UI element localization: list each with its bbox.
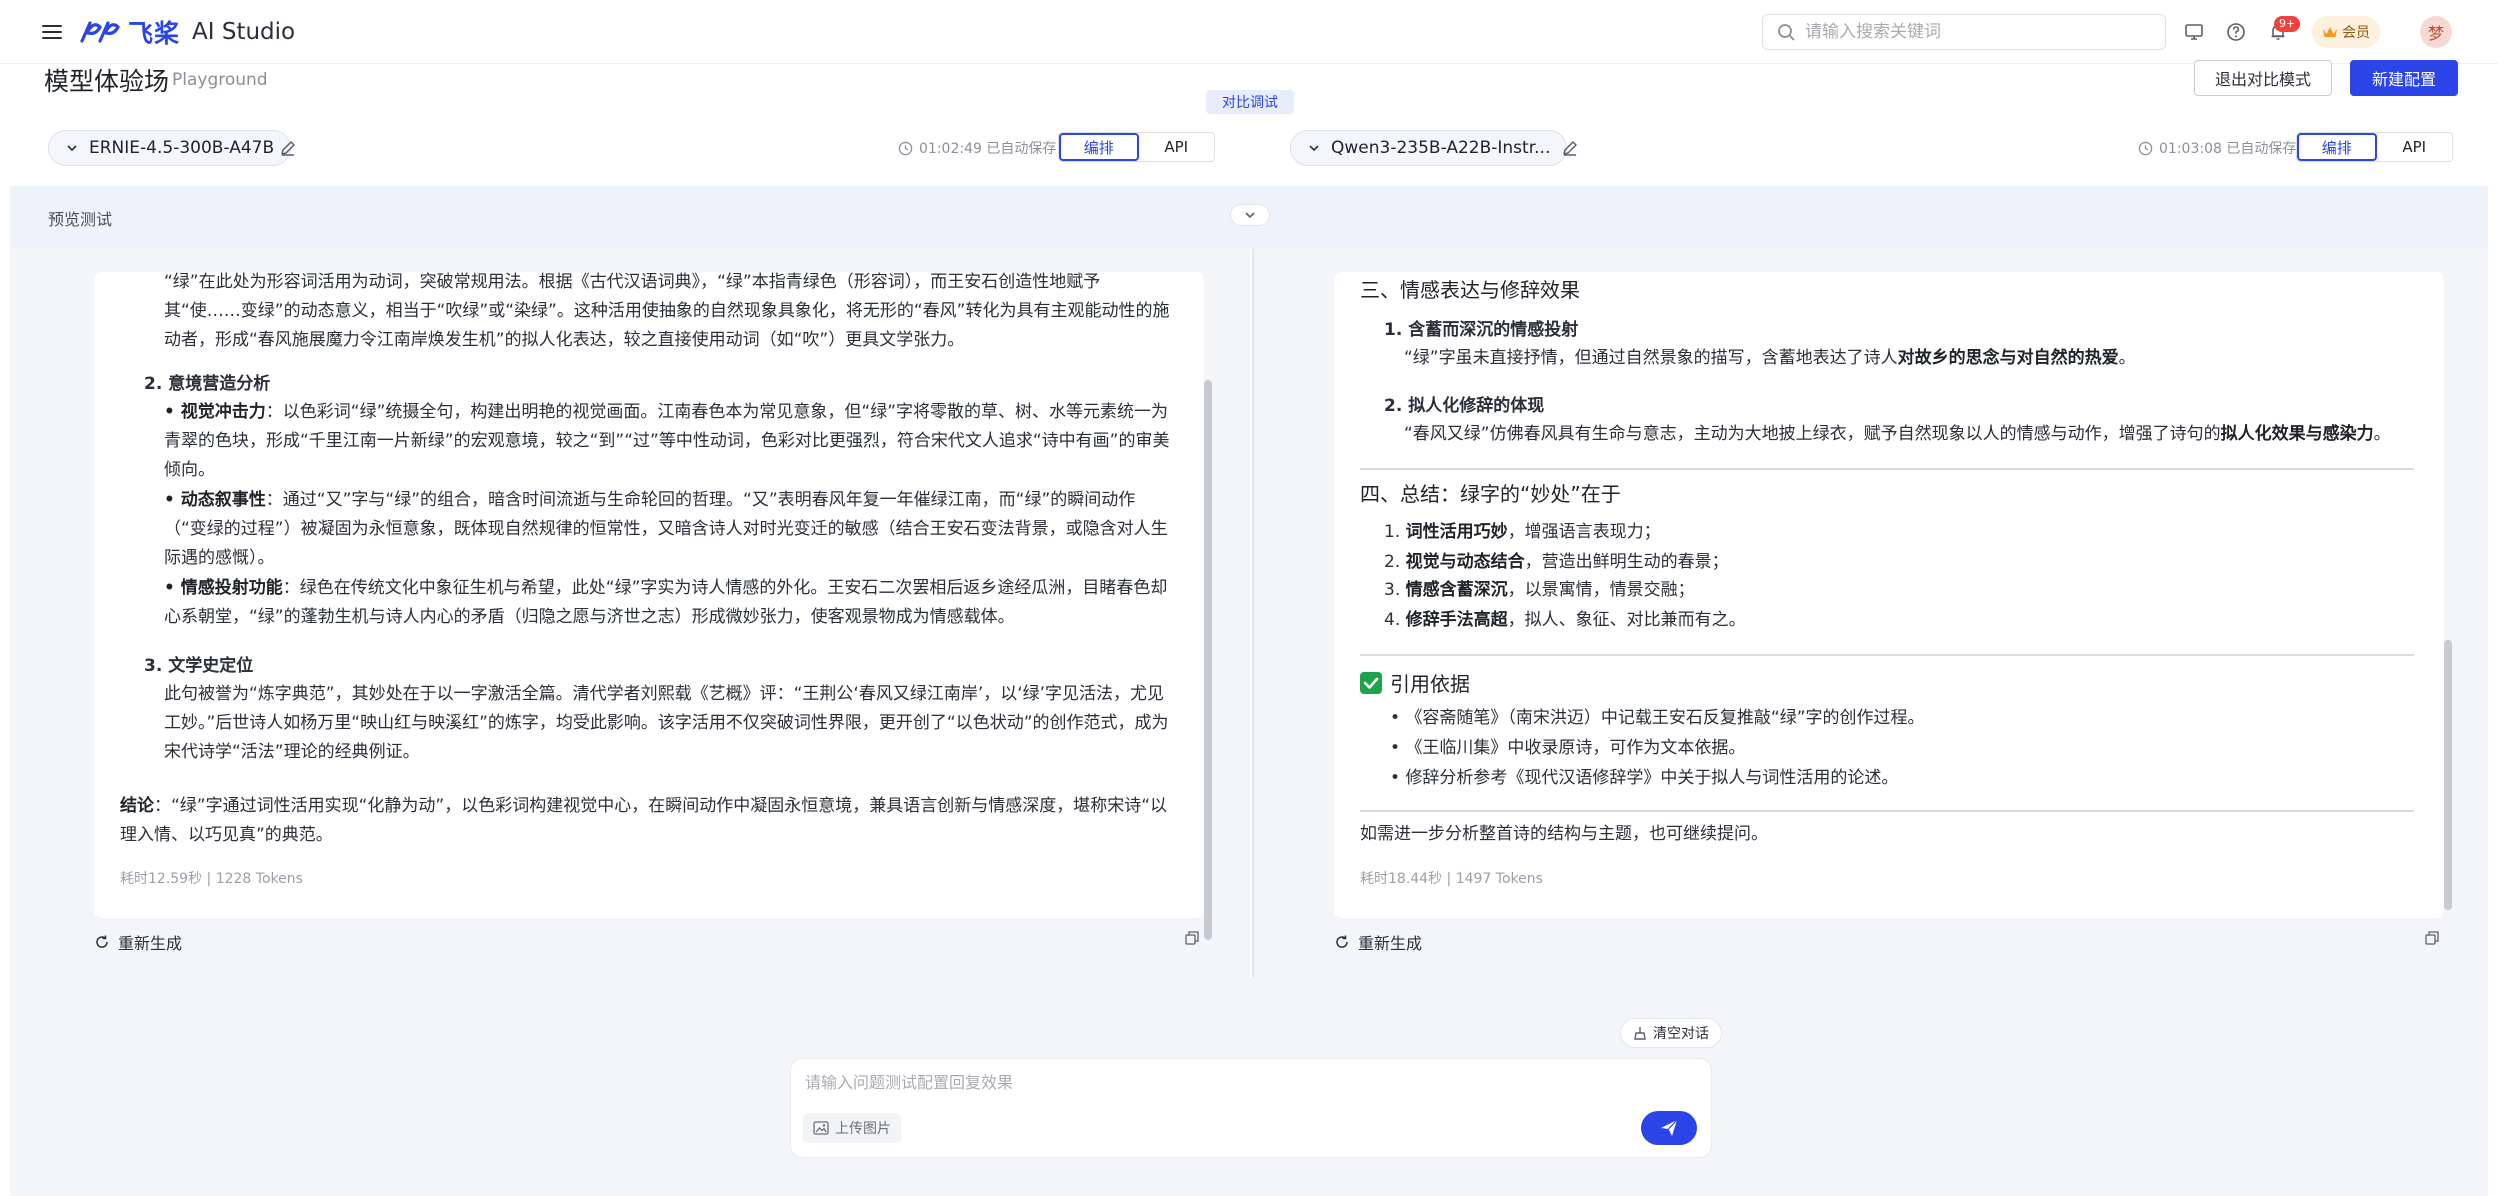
regenerate-button[interactable]: 重新生成 <box>1334 930 1422 954</box>
left-model-selector[interactable]: ERNIE-4.5-300B-A47B <box>48 130 292 166</box>
scrollbar[interactable] <box>2444 640 2452 910</box>
conclusion: 结论：“绿”字通过词性活用实现“化静为动”，以色彩词构建视觉中心，在瞬间动作中凝… <box>120 796 1168 845</box>
response-meta: 耗时18.44秒 | 1497 Tokens <box>1360 871 1543 887</box>
response-meta: 耗时12.59秒 | 1228 Tokens <box>120 871 303 887</box>
new-config-button[interactable]: 新建配置 <box>2350 60 2458 96</box>
right-autosave-text: 01:03:08 已自动保存 <box>2159 141 2297 157</box>
copy-icon[interactable] <box>1184 930 1200 946</box>
page-title: 模型体验场 <box>44 67 170 96</box>
preview-title: 预览测试 <box>48 210 113 229</box>
chevron-down-icon <box>67 145 77 152</box>
right-answer-card: 三、情感表达与修辞效果 1. 含蓄而深沉的情感投射 “绿”字虽未直接抒情，但通过… <box>1334 272 2444 918</box>
divider <box>1360 654 2414 656</box>
tab-arrange[interactable]: 编排 <box>2297 133 2377 161</box>
left-autosave-status: 01:02:49 已自动保存 <box>898 138 1056 158</box>
tab-arrange[interactable]: 编排 <box>1059 133 1139 161</box>
regenerate-button[interactable]: 重新生成 <box>94 930 182 954</box>
clock-icon <box>2138 141 2153 155</box>
edit-pencil-icon[interactable] <box>1560 138 1580 158</box>
vip-label: 会员 <box>2342 25 2370 41</box>
list-item: • 动态叙事性：通过“又”字与“绿”的组合，暗含时间流逝与生命轮回的哲理。“又”… <box>164 490 1168 568</box>
search-box[interactable] <box>1762 14 2166 50</box>
right-autosave-status: 01:03:08 已自动保存 <box>2138 138 2296 158</box>
list-item: • 《容斋随笔》（南宋洪迈）中记载王安石反复推敲“绿”字的创作过程。 <box>1390 708 1925 728</box>
product-name: AI Studio <box>192 19 296 45</box>
answer-paragraph: 此句被誉为“炼字典范”，其妙处在于以一字激活全篇。清代学者刘熙载《艺概》评：“王… <box>164 684 1169 762</box>
clock-icon <box>898 141 913 155</box>
section-heading: 3. 文学史定位 <box>144 656 254 676</box>
search-icon <box>1778 24 1795 41</box>
subsection-heading: 1. 含蓄而深沉的情感投射 <box>1384 320 1579 340</box>
list-item: 2. 视觉与动态结合，营造出鲜明生动的春景； <box>1384 552 1729 572</box>
answer-paragraph: “绿”在此处为形容词活用为动词，突破常规用法。根据《古代汉语词典》，“绿”本指青… <box>164 272 1170 350</box>
chevron-down-icon <box>1245 212 1255 219</box>
exit-compare-button[interactable]: 退出对比模式 <box>2194 60 2332 96</box>
reference-heading: 引用依据 <box>1360 668 1470 697</box>
notification-badge: 9+ <box>2274 16 2301 32</box>
right-mode-switch: 编排 API <box>2296 132 2453 162</box>
right-model-name: Qwen3-235B-A22B-Instr... <box>1331 138 1551 158</box>
copy-icon[interactable] <box>2424 930 2440 946</box>
left-mode-switch: 编排 API <box>1058 132 1215 162</box>
compare-debug-tag: 对比调试 <box>1206 90 1294 114</box>
edit-pencil-icon[interactable] <box>278 138 298 158</box>
tab-api[interactable]: API <box>2377 133 2453 161</box>
clear-chat-button[interactable]: 清空对话 <box>1620 1018 1722 1048</box>
send-icon <box>1661 1119 1678 1136</box>
left-model-name: ERNIE-4.5-300B-A47B <box>89 138 275 158</box>
crown-icon <box>2323 27 2337 37</box>
vip-button[interactable]: 会员 <box>2312 16 2380 48</box>
list-item: • 视觉冲击力：以色彩词“绿”统摄全句，构建出明艳的视觉画面。江南春色本为常见意… <box>164 402 1170 480</box>
monitor-icon[interactable] <box>2180 18 2208 46</box>
answer-paragraph: “绿”字虽未直接抒情，但通过自然景象的描写，含蓄地表达了诗人对故乡的思念与对自然… <box>1404 348 2136 368</box>
tab-api[interactable]: API <box>1139 133 1215 161</box>
divider <box>1360 468 2414 470</box>
list-item: 3. 情感含蓄深沉，以景寓情，情景交融； <box>1384 580 1695 600</box>
brand-name: 飞桨 <box>128 19 181 48</box>
section-heading: 三、情感表达与修辞效果 <box>1360 278 1580 302</box>
send-button[interactable] <box>1641 1111 1697 1145</box>
image-icon <box>813 1121 829 1135</box>
left-answer-card: “绿”在此处为形容词活用为动词，突破常规用法。根据《古代汉语词典》，“绿”本指青… <box>94 272 1204 918</box>
section-heading: 2. 意境营造分析 <box>144 374 271 394</box>
avatar[interactable]: 梦 <box>2420 16 2452 48</box>
list-item: 1. 词性活用巧妙，增强语言表现力； <box>1384 522 1661 542</box>
list-item: • 《王临川集》中收录原诗，可作为文本依据。 <box>1390 738 1746 758</box>
left-autosave-text: 01:02:49 已自动保存 <box>919 141 1057 157</box>
menu-icon[interactable] <box>40 20 64 44</box>
right-model-selector[interactable]: Qwen3-235B-A22B-Instr... <box>1290 130 1568 166</box>
paddle-logo-icon <box>80 21 120 43</box>
list-item: 4. 修辞手法高超，拟人、象征、对比兼而有之。 <box>1384 610 1746 630</box>
list-item: • 情感投射功能：绿色在传统文化中象征生机与希望，此处“绿”字实为诗人情感的外化… <box>164 578 1168 627</box>
page-subtitle: Playground <box>172 70 268 90</box>
list-item: • 修辞分析参考《现代汉语修辞学》中关于拟人与词性活用的论述。 <box>1390 768 1899 788</box>
collapse-toggle[interactable] <box>1230 204 1270 226</box>
message-input[interactable] <box>805 1073 1685 1092</box>
message-composer: 上传图片 <box>790 1058 1712 1158</box>
refresh-icon <box>1336 935 1348 948</box>
help-icon[interactable] <box>2222 18 2250 46</box>
closing-text: 如需进一步分析整首诗的结构与主题，也可继续提问。 <box>1360 824 1768 844</box>
refresh-icon <box>96 935 108 948</box>
subsection-heading: 2. 拟人化修辞的体现 <box>1384 396 1545 416</box>
chevron-down-icon <box>1309 145 1319 152</box>
section-heading: 四、总结：绿字的“妙处”在于 <box>1360 482 1621 506</box>
answer-paragraph: “春风又绿”仿佛春风具有生命与意志，主动为大地披上绿衣，赋予自然现象以人的情感与… <box>1404 424 2391 444</box>
broom-icon <box>1634 1027 1646 1040</box>
divider <box>1360 810 2414 812</box>
scrollbar[interactable] <box>1204 380 1212 940</box>
search-input[interactable] <box>1805 22 2145 42</box>
check-box-icon <box>1360 671 1382 694</box>
panel-divider <box>1252 248 1254 978</box>
upload-image-button[interactable]: 上传图片 <box>803 1113 901 1143</box>
logo[interactable]: 飞桨 AI Studio <box>78 14 295 50</box>
